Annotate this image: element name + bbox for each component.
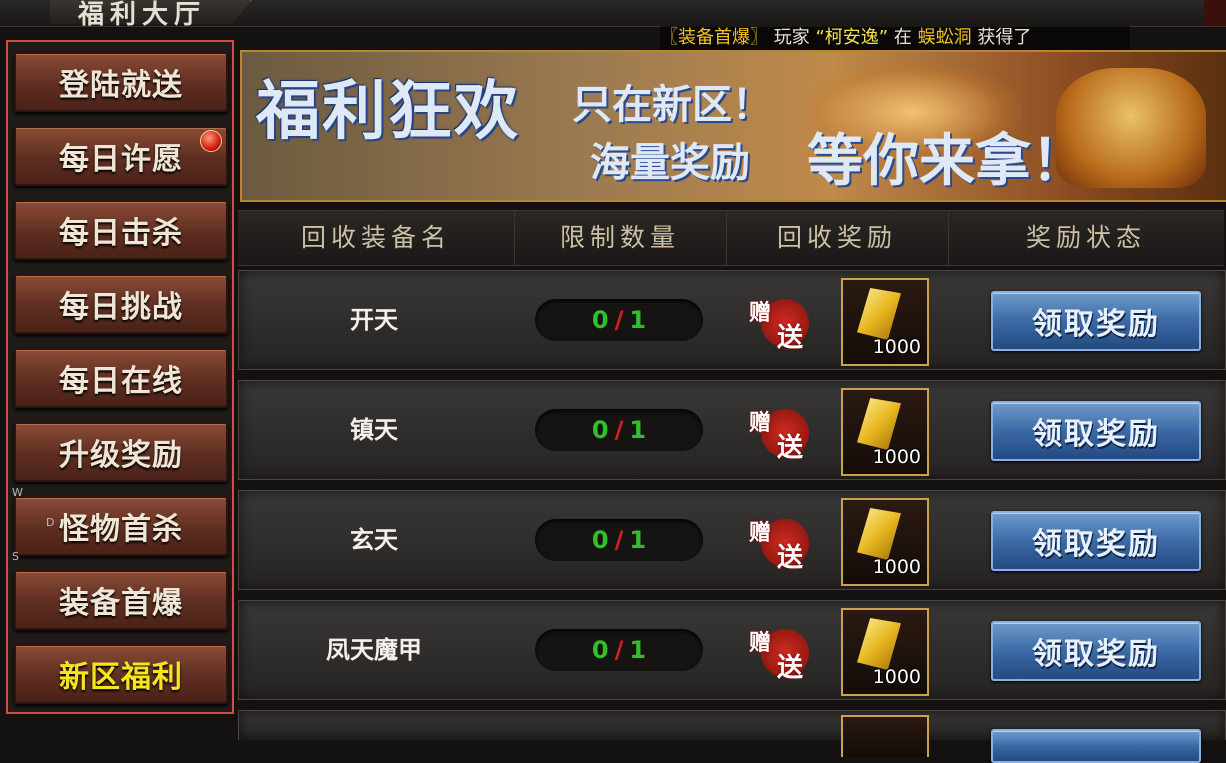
gift-char: 赠 xyxy=(749,521,772,546)
table-row: 镇天 0/1 赠送 1000 领取奖励 xyxy=(238,380,1226,480)
count-slash: / xyxy=(614,526,624,554)
count-limit: 1 xyxy=(629,526,647,554)
table-row: 开天 0/1 赠送 1000 领取奖励 xyxy=(238,270,1226,370)
count-current: 0 xyxy=(591,526,609,554)
sidebar-item-label: 新区福利 xyxy=(59,660,183,695)
limit-counter: 0/1 xyxy=(535,409,703,451)
count-current: 0 xyxy=(591,636,609,664)
gift-char: 赠 xyxy=(749,411,772,436)
column-header: 奖励状态 xyxy=(1025,223,1146,252)
ticker-suffix: 获得了 xyxy=(977,27,1032,48)
table-row-partial xyxy=(238,710,1226,763)
banner-reward-line: 海量奖励 xyxy=(590,140,750,186)
gift-char: 赠 xyxy=(749,631,772,656)
count-slash: / xyxy=(614,636,624,664)
count-current: 0 xyxy=(591,306,609,334)
reward-quantity: 1000 xyxy=(872,666,921,688)
equipment-name: 凤天魔甲 xyxy=(326,636,422,664)
sidebar-item-label: 每日挑战 xyxy=(59,290,183,325)
sidebar-item-label: 登陆就送 xyxy=(59,68,183,103)
limit-counter: 0/1 xyxy=(535,299,703,341)
sidebar-menu: 登陆就送 每日许愿 每日击杀 每日挑战 每日在线 升级奖励 怪物首杀 装备首爆 … xyxy=(6,40,234,714)
announcement-ticker: 〖装备首爆〗 玩家 “柯安逸” 在 蜈蚣洞 获得了 xyxy=(660,26,1130,50)
reward-slot[interactable]: 1000 xyxy=(841,608,929,696)
equipment-name: 玄天 xyxy=(350,526,398,554)
limit-counter: 0/1 xyxy=(535,629,703,671)
sidebar-item-login-gift[interactable]: 登陆就送 xyxy=(14,52,228,112)
sidebar-item-label: 每日在线 xyxy=(59,364,183,399)
count-limit: 1 xyxy=(629,306,647,334)
count-slash: / xyxy=(614,306,624,334)
banner-cta-line: 等你来拿！ xyxy=(807,129,1087,194)
ticker-player: “柯安逸” xyxy=(815,27,889,48)
gift-char: 赠 xyxy=(749,301,772,326)
gold-ingot-icon xyxy=(857,398,901,450)
ticker-in: 在 xyxy=(893,27,912,48)
claim-reward-button[interactable]: 领取奖励 xyxy=(991,291,1201,351)
promo-banner: 福利狂欢 只在新区！ 海量奖励 等你来拿！ xyxy=(240,50,1226,202)
ticker-tag: 〖装备首爆〗 xyxy=(660,27,768,48)
overlay-mark-w: W xyxy=(12,486,23,499)
sidebar-item-label: 升级奖励 xyxy=(59,438,183,473)
gold-ingot-icon xyxy=(857,508,901,560)
equipment-name: 镇天 xyxy=(350,416,398,444)
reward-quantity: 1000 xyxy=(872,446,921,468)
column-header: 回收奖励 xyxy=(726,211,949,265)
column-header: 限制数量 xyxy=(514,211,727,265)
table-row: 玄天 0/1 赠送 1000 领取奖励 xyxy=(238,490,1226,590)
reward-slot[interactable]: 1000 xyxy=(841,498,929,586)
ticker-place: 蜈蚣洞 xyxy=(917,27,972,48)
count-slash: / xyxy=(614,416,624,444)
gold-ingot-icon xyxy=(857,288,901,340)
sidebar-item-label: 装备首爆 xyxy=(59,586,183,621)
gift-char: 送 xyxy=(777,543,804,573)
notification-dot-icon xyxy=(200,130,222,152)
close-button[interactable] xyxy=(1204,0,1226,26)
gold-ingot-icon xyxy=(857,618,901,670)
sidebar-item-daily-wish[interactable]: 每日许愿 xyxy=(14,126,228,186)
gift-badge-icon: 赠送 xyxy=(747,507,817,573)
sidebar-item-new-server-welfare[interactable]: 新区福利 xyxy=(14,644,228,704)
window-title: 福利大厅 xyxy=(78,0,207,30)
gift-badge-icon: 赠送 xyxy=(747,287,817,353)
gift-badge-icon: 赠送 xyxy=(747,397,817,463)
sidebar-item-daily-kill[interactable]: 每日击杀 xyxy=(14,200,228,260)
table-header: 回收装备名 限制数量 回收奖励 奖励状态 xyxy=(238,210,1224,266)
table-row: 凤天魔甲 0/1 赠送 1000 领取奖励 xyxy=(238,600,1226,700)
gift-badge-icon: 赠送 xyxy=(747,617,817,683)
claim-reward-button[interactable]: 领取奖励 xyxy=(991,511,1201,571)
sidebar-item-equip-first-drop[interactable]: 装备首爆 xyxy=(14,570,228,630)
claim-reward-button[interactable]: 领取奖励 xyxy=(991,621,1201,681)
title-bar: 福利大厅 xyxy=(0,0,1226,30)
equipment-name: 开天 xyxy=(350,306,398,334)
sidebar-item-daily-challenge[interactable]: 每日挑战 xyxy=(14,274,228,334)
ticker-player-prefix: 玩家 xyxy=(773,27,810,48)
overlay-mark-s: S xyxy=(12,550,19,563)
reward-slot[interactable] xyxy=(841,715,929,757)
count-limit: 1 xyxy=(629,636,647,664)
count-limit: 1 xyxy=(629,416,647,444)
count-current: 0 xyxy=(591,416,609,444)
claim-reward-button[interactable]: 领取奖励 xyxy=(991,401,1201,461)
limit-counter: 0/1 xyxy=(535,519,703,561)
gift-char: 送 xyxy=(777,433,804,463)
reward-quantity: 1000 xyxy=(872,336,921,358)
reward-quantity: 1000 xyxy=(872,556,921,578)
banner-subline: 只在新区！ xyxy=(572,82,772,128)
gift-char: 送 xyxy=(777,323,804,353)
sidebar-item-label: 怪物首杀 xyxy=(59,512,183,547)
column-header: 回收装备名 xyxy=(238,211,515,265)
gift-char: 送 xyxy=(777,653,804,683)
sidebar-item-level-reward[interactable]: 升级奖励 xyxy=(14,422,228,482)
sidebar-item-daily-online[interactable]: 每日在线 xyxy=(14,348,228,408)
claim-reward-button-partial[interactable] xyxy=(991,729,1201,763)
sidebar-item-label: 每日许愿 xyxy=(59,142,183,177)
overlay-mark-d: D xyxy=(46,516,55,529)
reward-slot[interactable]: 1000 xyxy=(841,388,929,476)
banner-headline: 福利狂欢 xyxy=(256,75,520,149)
reward-slot[interactable]: 1000 xyxy=(841,278,929,366)
sidebar-item-label: 每日击杀 xyxy=(59,216,183,251)
